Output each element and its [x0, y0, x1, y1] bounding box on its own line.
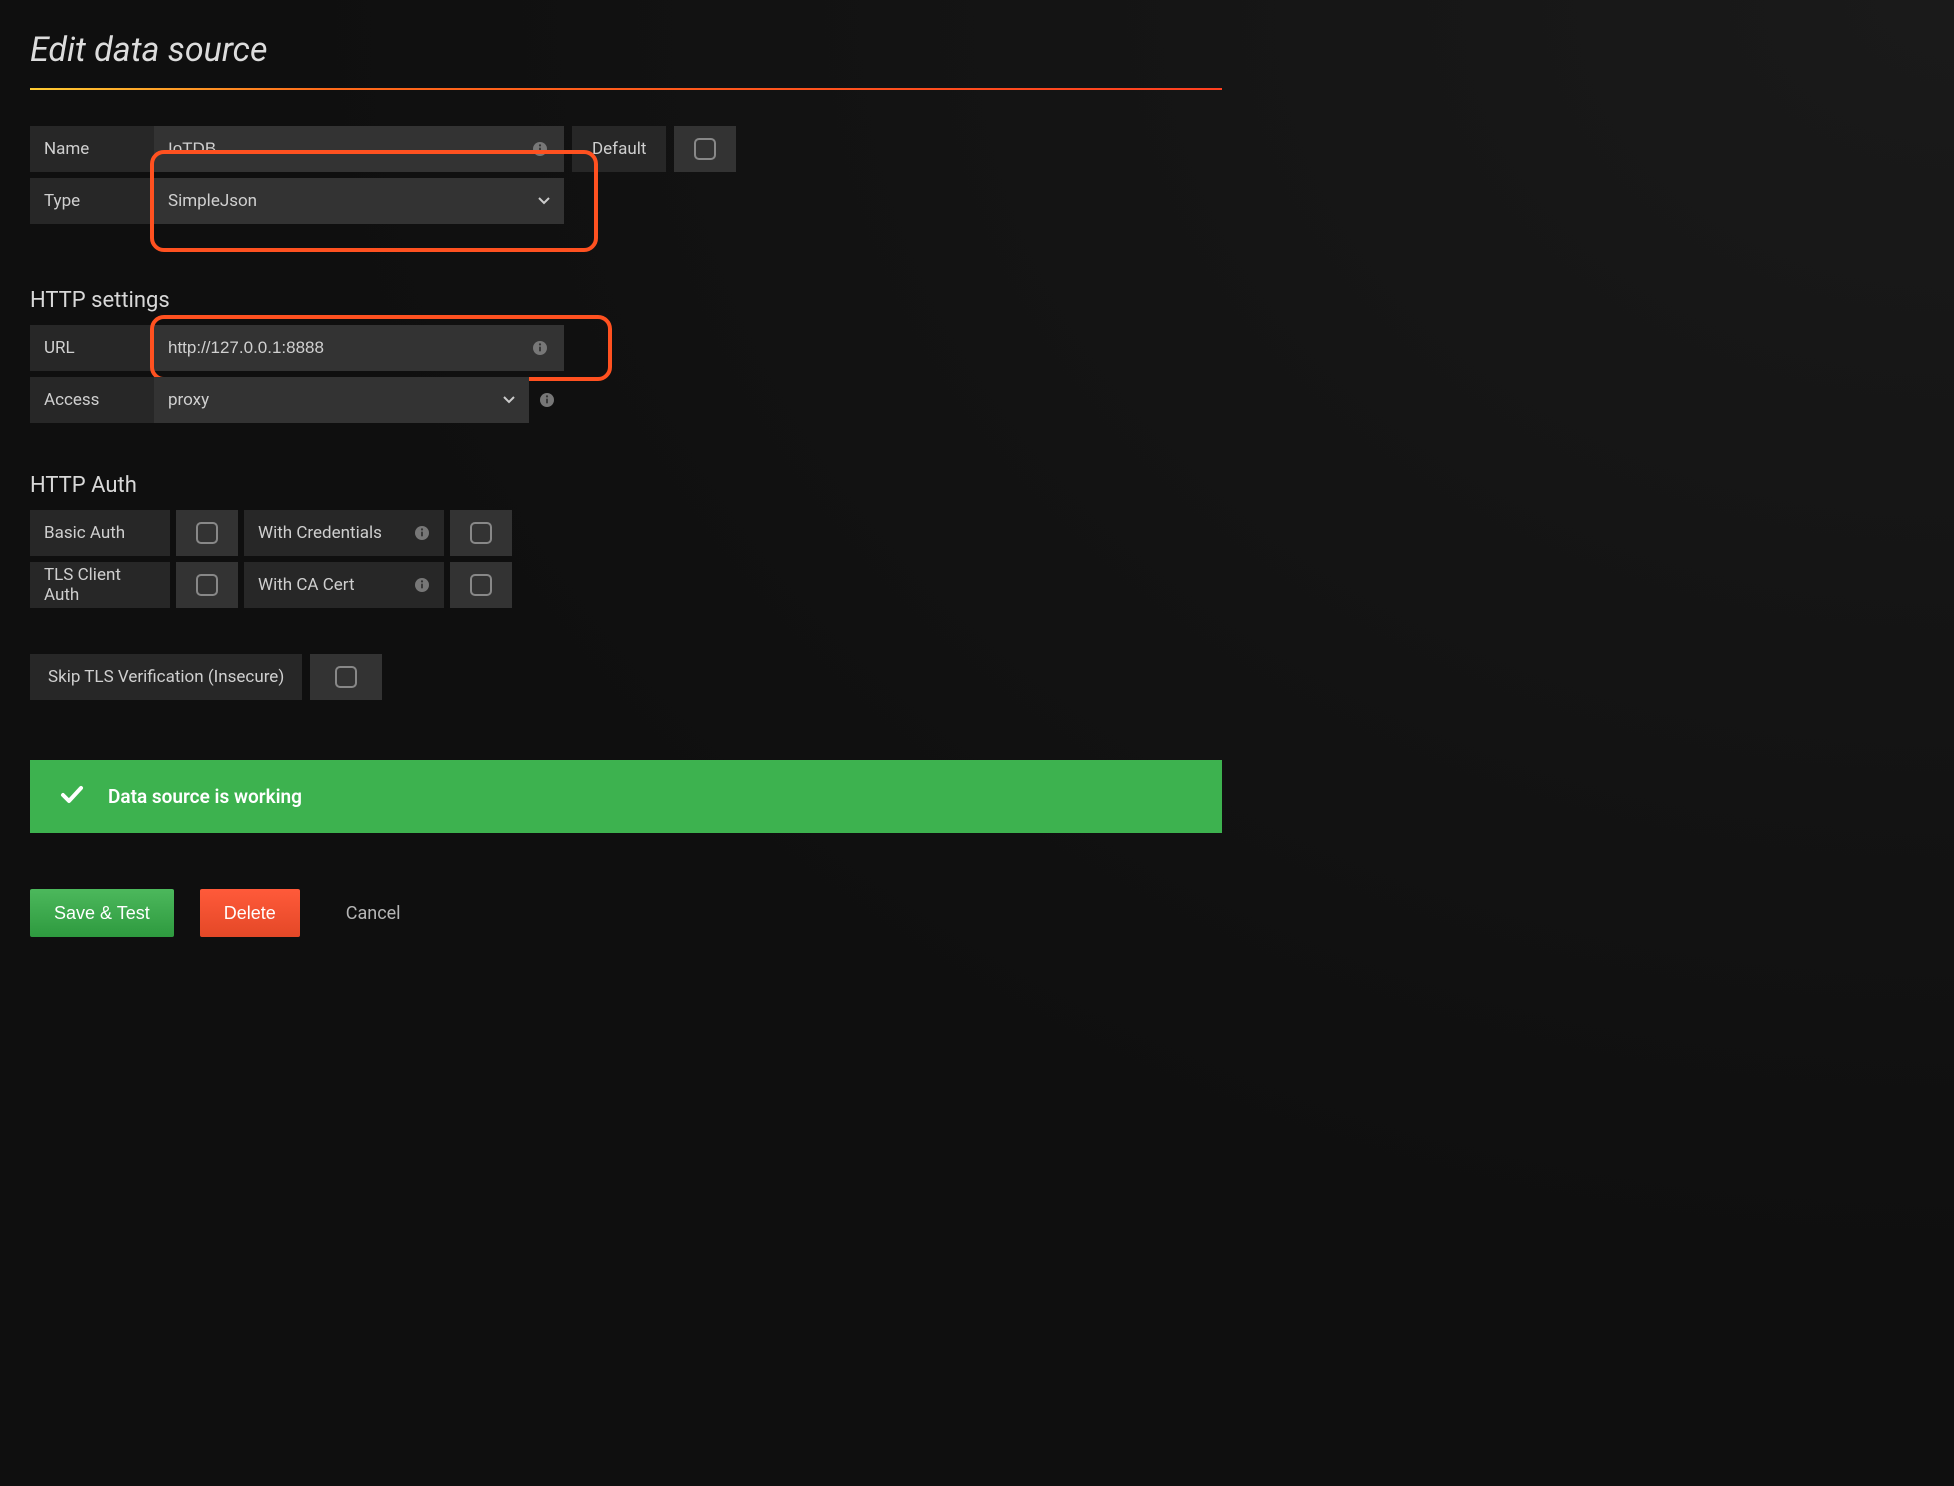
url-label: URL: [30, 325, 154, 371]
info-icon[interactable]: [532, 340, 548, 356]
cancel-link[interactable]: Cancel: [346, 903, 401, 924]
name-input-wrap: [154, 126, 564, 172]
delete-button[interactable]: Delete: [200, 889, 300, 937]
type-select[interactable]: SimpleJson: [154, 178, 564, 224]
basic-auth-label: Basic Auth: [30, 510, 170, 556]
url-input[interactable]: [168, 325, 550, 371]
info-icon[interactable]: [532, 141, 548, 157]
access-row: Access proxy: [30, 377, 1222, 423]
skip-tls-row: Skip TLS Verification (Insecure): [30, 654, 1222, 700]
access-value: proxy: [168, 390, 209, 410]
check-icon: [60, 782, 84, 811]
title-divider: [30, 88, 1222, 90]
with-ca-cert-text: With CA Cert: [258, 575, 355, 595]
default-checkbox[interactable]: [694, 138, 716, 160]
save-test-button[interactable]: Save & Test: [30, 889, 174, 937]
type-row: Type SimpleJson: [30, 178, 1222, 224]
auth-row-1: Basic Auth With Credentials: [30, 510, 1222, 556]
name-row: Name Default: [30, 126, 1222, 172]
with-ca-cert-label: With CA Cert: [244, 562, 444, 608]
skip-tls-checkbox[interactable]: [335, 666, 357, 688]
http-settings-title: HTTP settings: [30, 288, 1222, 313]
type-label: Type: [30, 178, 154, 224]
tls-client-auth-checkbox[interactable]: [196, 574, 218, 596]
with-credentials-checkbox-wrap: [450, 510, 512, 556]
http-auth-title: HTTP Auth: [30, 473, 1222, 498]
page-title: Edit data source: [30, 30, 1222, 70]
alert-message: Data source is working: [108, 785, 302, 808]
info-icon[interactable]: [414, 525, 430, 541]
with-credentials-text: With Credentials: [258, 523, 382, 543]
type-value: SimpleJson: [168, 191, 257, 211]
default-checkbox-wrap: [674, 126, 736, 172]
info-icon[interactable]: [539, 392, 555, 408]
basic-auth-checkbox[interactable]: [196, 522, 218, 544]
alert-success: Data source is working: [30, 760, 1222, 833]
skip-tls-label: Skip TLS Verification (Insecure): [30, 654, 302, 700]
with-ca-cert-checkbox[interactable]: [470, 574, 492, 596]
name-label: Name: [30, 126, 154, 172]
access-select[interactable]: proxy: [154, 377, 529, 423]
buttons-row: Save & Test Delete Cancel: [30, 889, 1222, 937]
access-label: Access: [30, 377, 154, 423]
caret-down-icon: [538, 197, 550, 205]
url-row: URL: [30, 325, 1222, 371]
caret-down-icon: [503, 396, 515, 404]
tls-client-auth-label: TLS Client Auth: [30, 562, 170, 608]
skip-tls-checkbox-wrap: [310, 654, 382, 700]
with-credentials-label: With Credentials: [244, 510, 444, 556]
default-label: Default: [572, 126, 666, 172]
basic-auth-checkbox-wrap: [176, 510, 238, 556]
auth-row-2: TLS Client Auth With CA Cert: [30, 562, 1222, 608]
name-input[interactable]: [168, 126, 550, 172]
url-input-wrap: [154, 325, 564, 371]
with-credentials-checkbox[interactable]: [470, 522, 492, 544]
info-icon[interactable]: [414, 577, 430, 593]
with-ca-cert-checkbox-wrap: [450, 562, 512, 608]
tls-client-auth-checkbox-wrap: [176, 562, 238, 608]
